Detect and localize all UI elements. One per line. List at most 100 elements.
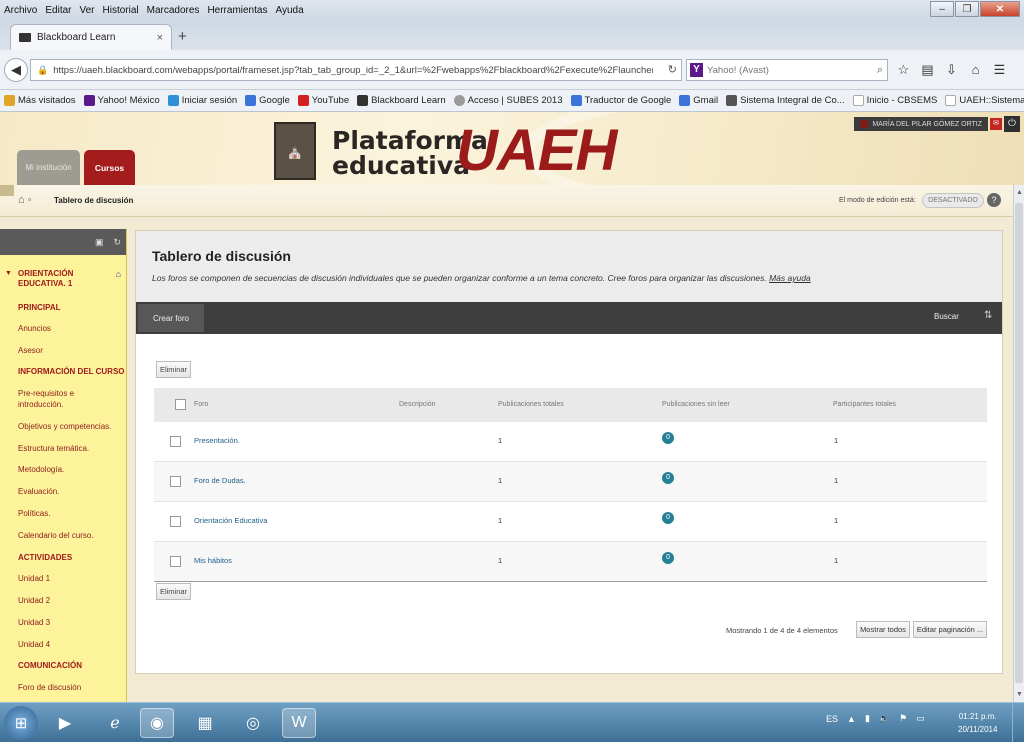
menu-edit[interactable]: Editar [45, 5, 71, 16]
delete-button-bottom[interactable]: Eliminar [156, 583, 191, 600]
firefox-icon[interactable]: ◉ [140, 708, 174, 738]
search-icon[interactable]: ⌕ [877, 64, 883, 77]
row-checkbox[interactable] [170, 556, 181, 567]
menu-item-prerequisitos[interactable]: Pre-requisitos e [18, 388, 74, 399]
menu-item-objetivos[interactable]: Objetivos y competencias. [18, 421, 111, 432]
user-menu[interactable]: MARÍA DEL PILAR GÓMEZ ORTIZ [854, 117, 988, 131]
show-desktop-button[interactable] [1012, 703, 1024, 742]
menu-item-politicas[interactable]: Políticas. [18, 508, 50, 519]
unread-count-badge[interactable]: 0 [662, 472, 674, 484]
tab-courses[interactable]: Cursos [84, 150, 135, 185]
bookmark-item[interactable]: Acceso | SUBES 2013 [453, 95, 563, 106]
menu-file[interactable]: Archivo [4, 5, 37, 16]
tab-institution[interactable]: Mi institución [17, 150, 80, 185]
bookmark-item[interactable]: YouTube [297, 95, 349, 106]
internet-explorer-icon[interactable]: ℯ [98, 708, 132, 738]
minimize-icon[interactable]: – [930, 1, 954, 17]
bookmark-item[interactable]: Sistema Integral de Co... [726, 95, 845, 106]
unread-count-badge[interactable]: 0 [662, 432, 674, 444]
bookmark-item[interactable]: Inicio - CBSEMS [852, 95, 937, 106]
battery-icon[interactable]: ▭ [916, 713, 925, 724]
clipboard-icon[interactable]: ▤ [917, 62, 938, 78]
bookmark-item[interactable]: UAEH::Sistema Institu... [945, 95, 1024, 106]
hamburger-menu-icon[interactable]: ☰ [989, 62, 1010, 78]
edit-mode-toggle[interactable]: DESACTIVADO [922, 193, 984, 208]
column-header-participants[interactable]: Participantes totales [833, 401, 896, 408]
menu-item-evaluacion[interactable]: Evaluación. [18, 486, 59, 497]
scroll-up-icon[interactable]: ▲ [1016, 189, 1023, 196]
help-icon[interactable]: ? [987, 193, 1001, 207]
bookmark-item[interactable]: Traductor de Google [570, 95, 671, 106]
forum-link[interactable]: Foro de Dudas. [194, 476, 246, 485]
forum-link[interactable]: Orientación Educativa [194, 516, 267, 525]
folder-view-icon[interactable]: ▣ [95, 237, 104, 248]
yahoo-icon[interactable]: Y [690, 63, 703, 77]
show-all-button[interactable]: Mostrar todos [856, 621, 910, 638]
network-icon[interactable]: ▮ [865, 713, 870, 724]
unread-count-badge[interactable]: 0 [662, 512, 674, 524]
url-bar[interactable]: 🔒 ↻ [30, 59, 682, 81]
bookmark-item[interactable]: Blackboard Learn [357, 95, 446, 106]
column-header-forum[interactable]: Foro [194, 401, 208, 408]
url-input[interactable] [53, 64, 654, 76]
clock[interactable]: 01:21 p.m. 20/11/2014 [958, 710, 997, 736]
reload-icon[interactable]: ↻ [668, 63, 677, 76]
course-title[interactable]: ▼ ORIENTACIÓN EDUCATIVA. 1 ⌂ [5, 269, 121, 289]
create-forum-button[interactable]: Crear foro [138, 304, 204, 332]
menu-item-unidad-3[interactable]: Unidad 3 [18, 617, 50, 628]
menu-view[interactable]: Ver [79, 5, 94, 16]
course-home-icon[interactable]: ⌂ [116, 269, 121, 279]
forum-link[interactable]: Mis hábitos [194, 556, 232, 565]
notification-badge-icon[interactable]: ✉ [990, 118, 1002, 130]
logout-power-icon[interactable]: ⏻ [1004, 116, 1020, 132]
volume-icon[interactable]: 🔈 [879, 713, 890, 724]
column-header-unread-posts[interactable]: Publicaciones sin leer [662, 401, 730, 408]
bookmark-item[interactable]: Google [245, 95, 290, 106]
menu-item-calendario[interactable]: Calendario del curso. [18, 530, 94, 541]
menu-history[interactable]: Historial [103, 5, 139, 16]
column-header-description[interactable]: Descripción [399, 401, 436, 408]
menu-tools[interactable]: Herramientas [207, 5, 267, 16]
page-scrollbar[interactable]: ▲ ▼ [1013, 185, 1024, 702]
unread-count-badge[interactable]: 0 [662, 552, 674, 564]
row-checkbox[interactable] [170, 476, 181, 487]
menu-item-prerequisitos-2[interactable]: introducción. [18, 399, 63, 410]
word-icon[interactable]: W [282, 708, 316, 738]
sort-icon[interactable]: ⇅ [984, 310, 992, 321]
menu-item-unidad-1[interactable]: Unidad 1 [18, 573, 50, 584]
star-icon[interactable]: ☆ [893, 62, 914, 78]
menu-help[interactable]: Ayuda [275, 5, 303, 16]
restore-icon[interactable]: ❐ [955, 1, 979, 17]
menu-item-foro[interactable]: Foro de discusión [18, 682, 81, 693]
forum-link[interactable]: Presentación. [194, 436, 240, 445]
close-window-icon[interactable]: ✕ [980, 1, 1020, 17]
flag-icon[interactable]: ⚑ [899, 713, 907, 724]
delete-button-top[interactable]: Eliminar [156, 361, 191, 378]
scroll-thumb[interactable] [1015, 203, 1023, 683]
bookmark-item[interactable]: Gmail [679, 95, 718, 106]
breadcrumb-home-icon[interactable]: ⌂ ◦ [18, 194, 32, 206]
tray-expand-icon[interactable]: ▲ [847, 714, 856, 724]
media-player-icon[interactable]: ▶ [48, 708, 82, 738]
home-icon[interactable]: ⌂ [965, 62, 986, 78]
menu-item-metodologia[interactable]: Metodología. [18, 464, 64, 475]
edit-paging-button[interactable]: Editar paginación ... [913, 621, 987, 638]
back-arrow-icon[interactable]: ◀ [4, 58, 28, 82]
search-button[interactable]: Buscar [934, 312, 959, 321]
search-bar[interactable]: Y ⌕ [686, 59, 888, 81]
download-icon[interactable]: ⇩ [941, 62, 962, 78]
bookmark-item[interactable]: Más visitados [4, 95, 76, 106]
new-tab-icon[interactable]: + [178, 28, 187, 45]
menu-item-anuncios[interactable]: Anuncios [18, 323, 51, 334]
chrome-icon[interactable]: ◎ [236, 708, 270, 738]
windows-start-icon[interactable]: ⊞ [4, 706, 38, 740]
menu-bookmarks[interactable]: Marcadores [147, 5, 200, 16]
row-checkbox[interactable] [170, 436, 181, 447]
more-help-link[interactable]: Más ayuda [769, 273, 811, 283]
bookmark-item[interactable]: Yahoo! México [83, 95, 160, 106]
menu-item-unidad-2[interactable]: Unidad 2 [18, 595, 50, 606]
file-explorer-icon[interactable]: ▦ [188, 708, 222, 738]
column-header-total-posts[interactable]: Publicaciones totales [498, 401, 564, 408]
language-indicator[interactable]: ES [826, 714, 838, 724]
menu-item-asesor[interactable]: Asesor [18, 345, 43, 356]
